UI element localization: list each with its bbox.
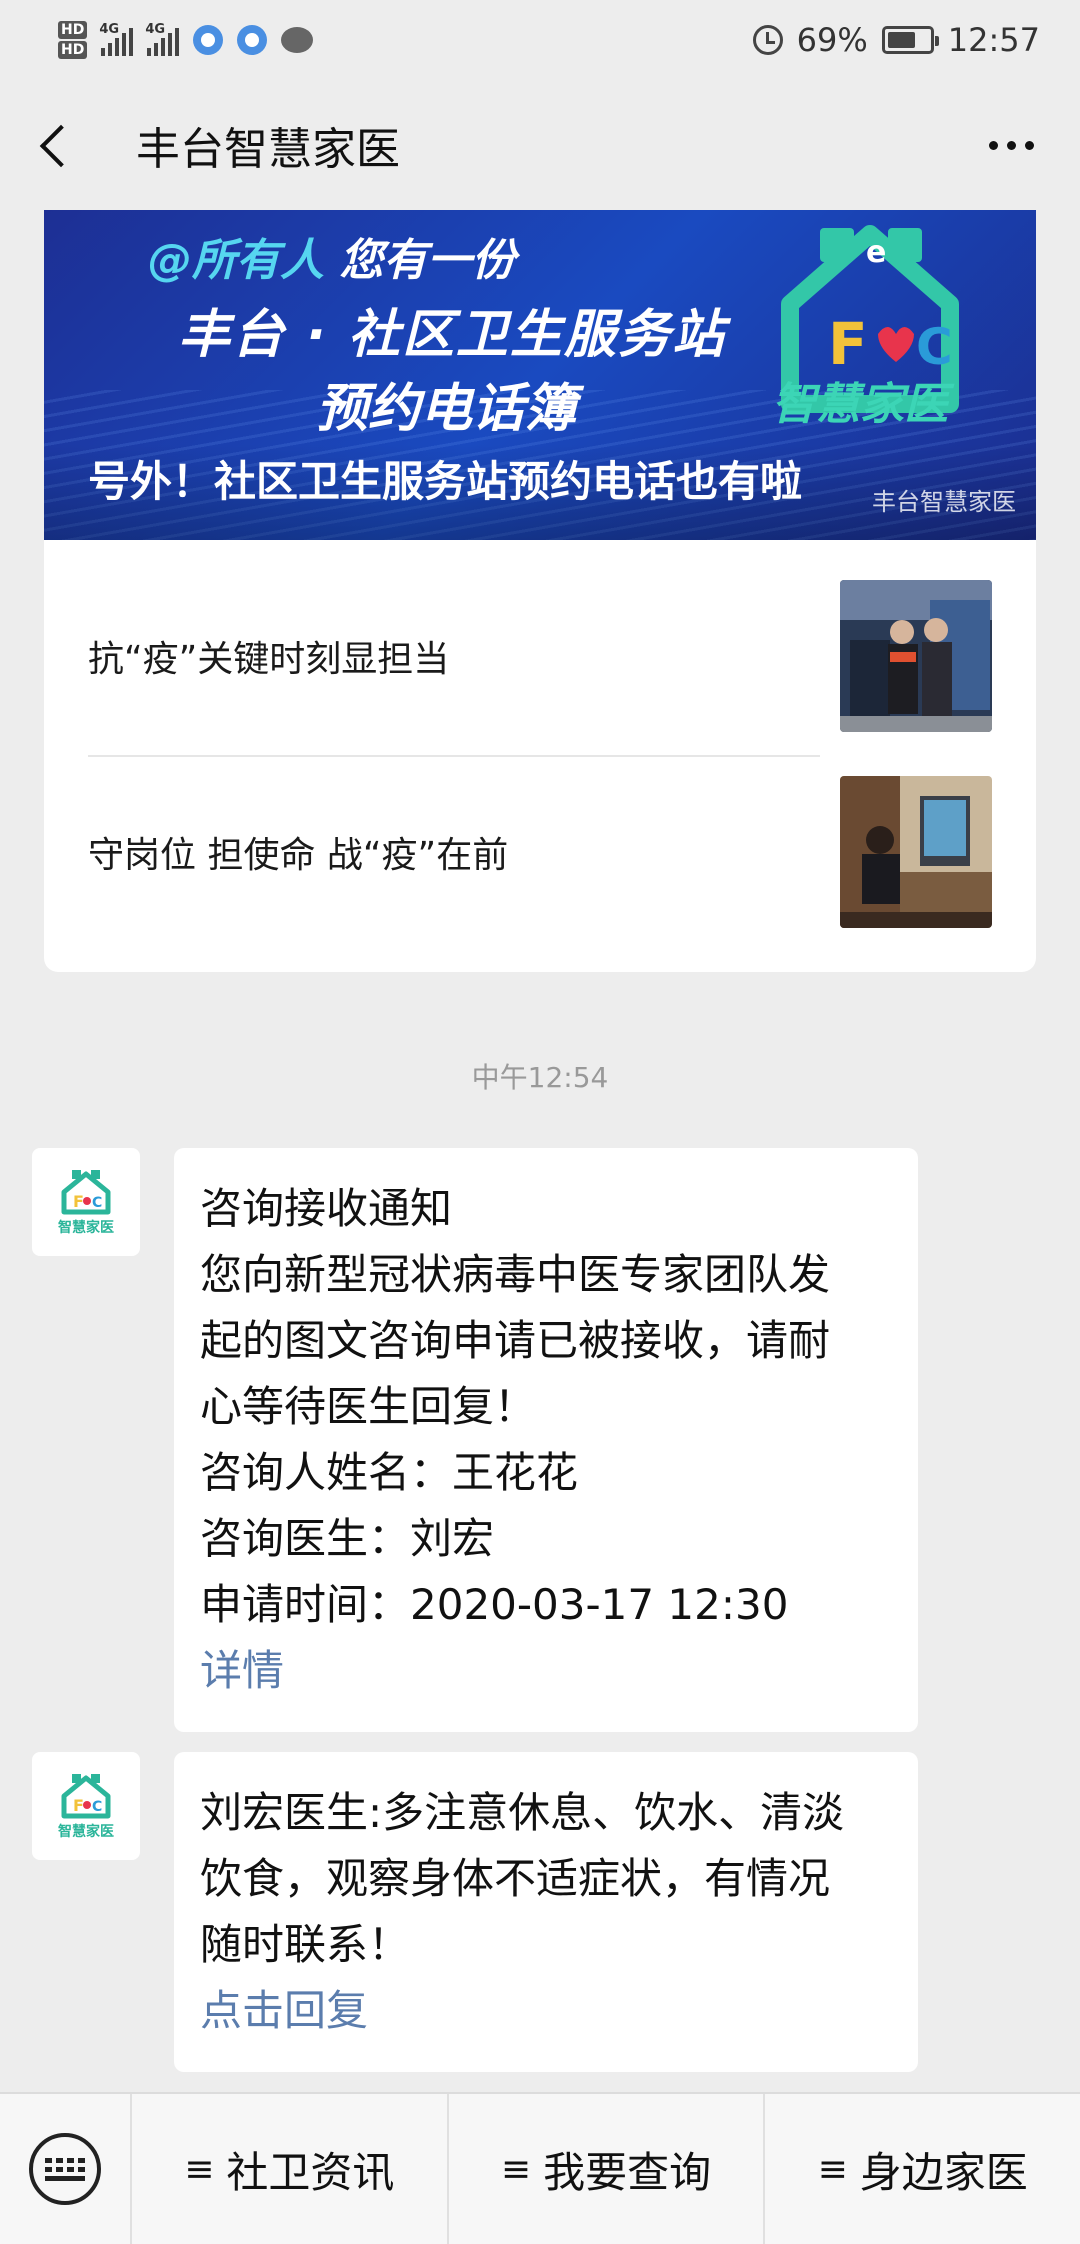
page-title: 丰台智慧家医 — [136, 124, 400, 175]
status-bar: HD HD 4G 4G 69% 12:57 — [0, 0, 1080, 80]
app-notification-icon — [237, 25, 268, 55]
chat-message: F C 智慧家医 咨询接收通知 您向新型冠状病毒中医专家团队发 起的图文咨询申请… — [32, 1148, 918, 1732]
network-type-1: 4G — [99, 22, 120, 37]
signal-1-icon: 4G — [99, 22, 134, 56]
message-line: 咨询医生：刘宏 — [200, 1514, 495, 1563]
message-line: 咨询接收通知 — [200, 1184, 453, 1233]
avatar-text: 智慧家医 — [58, 1219, 114, 1236]
message-line: 咨询人姓名：王花花 — [200, 1448, 579, 1497]
more-options-icon[interactable] — [989, 140, 1050, 150]
message-bubble: 刘宏医生:多注意休息、饮水、清淡 饮食，观察身体不适症状，有情况 随时联系！ 点… — [174, 1752, 918, 2072]
article-item[interactable]: 守岗位 担使命 战“疫”在前 — [44, 754, 1036, 950]
svg-text:C: C — [92, 1195, 102, 1211]
banner-headline-2: 丰台 · 社区卫生服务站 — [178, 305, 726, 365]
message-line: 刘宏医生:多注意休息、饮水、清淡 — [200, 1788, 845, 1837]
house-logo-icon: F C — [61, 1773, 111, 1818]
article-item[interactable]: 抗“疫”关键时刻显担当 — [44, 558, 1036, 754]
message-line: 申请时间：2020-03-17 12:30 — [200, 1580, 789, 1629]
menu-item-nearby-doctor[interactable]: ≡ 身边家医 — [763, 2094, 1080, 2244]
bottom-menu-bar: ≡ 社卫资讯 ≡ 我要查询 ≡ 身边家医 — [0, 2092, 1080, 2244]
chat-timestamp: 中午12:54 — [471, 1061, 609, 1094]
keyboard-toggle-button[interactable] — [0, 2094, 130, 2244]
message-line: 心等待医生回复！ — [200, 1382, 537, 1431]
avatar[interactable]: F C 智慧家医 — [32, 1752, 140, 1860]
banner-headline-1-rest: 您有一份 — [324, 235, 516, 286]
hd1-badge: HD — [58, 21, 88, 39]
article-item-title: 守岗位 担使命 战“疫”在前 — [88, 835, 509, 876]
svg-text:F: F — [73, 1192, 84, 1211]
message-notification-icon — [281, 27, 314, 53]
details-link[interactable]: 详情 — [200, 1638, 894, 1704]
house-logo-icon: F C — [61, 1169, 111, 1214]
menu-lines-icon: ≡ — [184, 2148, 215, 2190]
message-line: 起的图文咨询申请已被接收，请耐 — [200, 1316, 831, 1365]
menu-item-label: 社卫资讯 — [226, 2147, 395, 2197]
battery-fill — [887, 32, 916, 48]
banner-article[interactable]: @所有人 您有一份 丰台 · 社区卫生服务站 预约电话簿 e F C 智慧家医 … — [44, 210, 1036, 540]
hd2-badge: HD — [58, 41, 88, 59]
banner-at-all: @所有人 — [148, 235, 324, 286]
alarm-icon — [752, 25, 783, 55]
article-item-title: 抗“疫”关键时刻显担当 — [88, 639, 450, 680]
banner-watermark: 丰台智慧家医 — [872, 488, 1016, 516]
signal-2-icon: 4G — [145, 22, 180, 56]
banner-headline-1: @所有人 您有一份 — [148, 224, 515, 288]
menu-item-query[interactable]: ≡ 我要查询 — [446, 2094, 764, 2244]
title-bar: 丰台智慧家医 — [0, 80, 1080, 210]
menu-item-label: 我要查询 — [543, 2147, 712, 2197]
avatar-text: 智慧家医 — [58, 1823, 114, 1840]
message-line: 您向新型冠状病毒中医专家团队发 — [200, 1250, 831, 1299]
status-right: 69% 12:57 — [752, 21, 1040, 59]
svg-text:e: e — [866, 235, 886, 270]
reply-link[interactable]: 点击回复 — [200, 1978, 894, 2044]
battery-percent: 69% — [796, 21, 868, 59]
banner-caption: 号外！社区卫生服务站预约电话也有啦 — [88, 457, 803, 506]
back-icon[interactable] — [30, 115, 90, 175]
message-bubble: 咨询接收通知 您向新型冠状病毒中医专家团队发 起的图文咨询申请已被接收，请耐 心… — [174, 1148, 918, 1732]
message-line: 随时联系！ — [200, 1920, 411, 1969]
keyboard-icon — [29, 2133, 101, 2205]
banner-headline-3: 预约电话簿 — [316, 379, 577, 439]
svg-text:F: F — [73, 1796, 84, 1815]
status-left: HD HD 4G 4G — [58, 20, 314, 60]
menu-lines-icon: ≡ — [817, 2148, 848, 2190]
hd-indicator: HD HD — [58, 20, 88, 60]
menu-lines-icon: ≡ — [500, 2148, 532, 2190]
menu-item-community-news[interactable]: ≡ 社卫资讯 — [130, 2094, 447, 2244]
clock: 12:57 — [947, 21, 1040, 59]
app-notification-icon — [193, 25, 224, 55]
network-type-2: 4G — [145, 22, 166, 37]
avatar[interactable]: F C 智慧家医 — [32, 1148, 140, 1256]
menu-item-label: 身边家医 — [859, 2147, 1028, 2197]
article-card: @所有人 您有一份 丰台 · 社区卫生服务站 预约电话簿 e F C 智慧家医 … — [44, 210, 1036, 972]
battery-icon — [881, 26, 939, 54]
svg-text:C: C — [92, 1799, 102, 1815]
message-line: 饮食，观察身体不适症状，有情况 — [200, 1854, 831, 1903]
banner-logo-text: 智慧家医 — [772, 379, 948, 430]
article-thumbnail — [840, 776, 992, 928]
article-thumbnail — [840, 580, 992, 732]
chat-message: F C 智慧家医 刘宏医生:多注意休息、饮水、清淡 饮食，观察身体不适症状，有情… — [32, 1752, 918, 2072]
